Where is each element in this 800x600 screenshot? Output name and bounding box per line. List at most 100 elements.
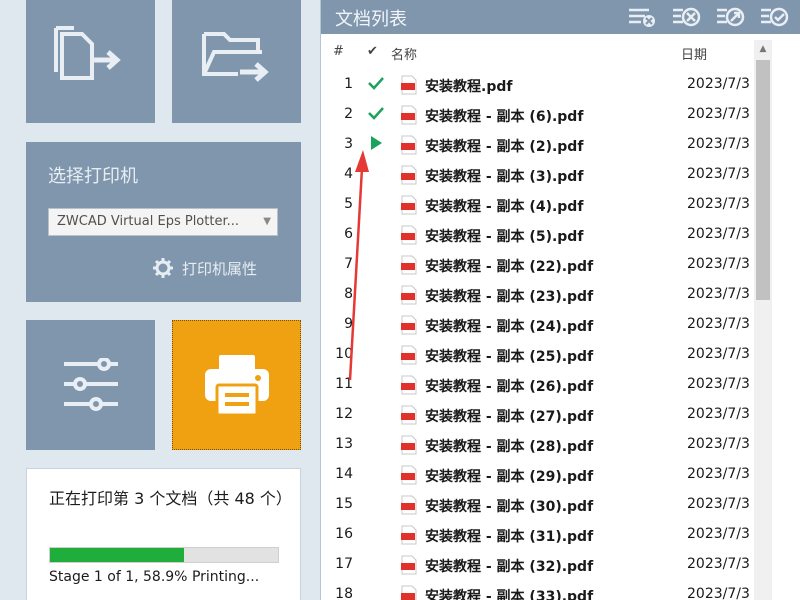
vertical-scrollbar[interactable]: ▲	[754, 40, 772, 600]
column-header: # ✔ 名称 日期	[321, 38, 800, 66]
pdf-file-icon	[401, 75, 417, 95]
row-number: 2	[344, 106, 353, 122]
remove-list-icon[interactable]	[627, 5, 657, 29]
row-number: 12	[335, 406, 353, 422]
row-number: 15	[335, 496, 353, 512]
file-date: 2023/7/3	[687, 346, 750, 362]
row-number: 5	[344, 196, 353, 212]
status-empty	[367, 254, 385, 272]
status-empty	[367, 494, 385, 512]
printer-select-value: ZWCAD Virtual Eps Plotter...	[57, 214, 239, 229]
pdf-file-icon	[401, 375, 417, 395]
printer-panel: 选择打印机 ZWCAD Virtual Eps Plotter... ▼ 打印机…	[26, 142, 301, 302]
export-folder-icon	[202, 32, 269, 82]
row-number: 1	[344, 76, 353, 92]
file-name: 安装教程 - 副本 (29).pdf	[425, 469, 594, 485]
export-folder-button[interactable]	[172, 0, 301, 123]
open-item-icon[interactable]	[715, 5, 745, 29]
file-name: 安装教程 - 副本 (6).pdf	[425, 109, 584, 125]
file-date: 2023/7/3	[687, 136, 750, 152]
printer-properties-link[interactable]: 打印机属性	[152, 257, 257, 279]
table-row[interactable]: 12 安装教程 - 副本 (27).pdf 2023/7/3	[321, 400, 751, 430]
column-name[interactable]: 名称	[391, 44, 417, 63]
left-panel: 选择打印机 ZWCAD Virtual Eps Plotter... ▼ 打印机…	[0, 0, 320, 600]
table-row[interactable]: 17 安装教程 - 副本 (32).pdf 2023/7/3	[321, 550, 751, 580]
table-row[interactable]: 14 安装教程 - 副本 (29).pdf 2023/7/3	[321, 460, 751, 490]
export-files-button[interactable]	[26, 0, 155, 123]
file-date: 2023/7/3	[687, 196, 750, 212]
row-number: 7	[344, 256, 353, 272]
table-row[interactable]: 4 安装教程 - 副本 (3).pdf 2023/7/3	[321, 160, 751, 190]
file-date: 2023/7/3	[687, 496, 750, 512]
table-row[interactable]: 9 安装教程 - 副本 (24).pdf 2023/7/3	[321, 310, 751, 340]
table-row[interactable]: 6 安装教程 - 副本 (5).pdf 2023/7/3	[321, 220, 751, 250]
sliders-icon	[64, 358, 118, 411]
file-name: 安装教程.pdf	[425, 79, 513, 95]
table-row[interactable]: 13 安装教程 - 副本 (28).pdf 2023/7/3	[321, 430, 751, 460]
print-progress-bar	[49, 547, 279, 563]
file-date: 2023/7/3	[687, 376, 750, 392]
file-date: 2023/7/3	[687, 466, 750, 482]
pdf-file-icon	[401, 105, 417, 125]
pdf-file-icon	[401, 285, 417, 305]
file-date: 2023/7/3	[687, 226, 750, 242]
row-number: 18	[335, 586, 353, 600]
table-row[interactable]: 1 安装教程.pdf 2023/7/3	[321, 70, 751, 100]
file-name: 安装教程 - 副本 (28).pdf	[425, 439, 594, 455]
pdf-file-icon	[401, 225, 417, 245]
status-empty	[367, 524, 385, 542]
printer-select[interactable]: ZWCAD Virtual Eps Plotter... ▼	[48, 208, 278, 236]
document-list-header: 文档列表	[321, 0, 800, 34]
file-name: 安装教程 - 副本 (33).pdf	[425, 589, 594, 600]
table-row[interactable]: 7 安装教程 - 副本 (22).pdf 2023/7/3	[321, 250, 751, 280]
pdf-file-icon	[401, 255, 417, 275]
pdf-file-icon	[401, 195, 417, 215]
file-name: 安装教程 - 副本 (30).pdf	[425, 499, 594, 515]
table-row[interactable]: 10 安装教程 - 副本 (25).pdf 2023/7/3	[321, 340, 751, 370]
table-row[interactable]: 8 安装教程 - 副本 (23).pdf 2023/7/3	[321, 280, 751, 310]
file-name: 安装教程 - 副本 (4).pdf	[425, 199, 584, 215]
pdf-file-icon	[401, 345, 417, 365]
row-number: 10	[335, 346, 353, 362]
status-empty	[367, 314, 385, 332]
table-row[interactable]: 11 安装教程 - 副本 (26).pdf 2023/7/3	[321, 370, 751, 400]
document-rows: 1 安装教程.pdf 2023/7/3 2 安装教程 - 副本 (6).pdf 2023/…	[321, 70, 751, 600]
column-date[interactable]: 日期	[681, 44, 707, 63]
scrollbar-thumb[interactable]	[756, 60, 770, 300]
print-status-title: 正在打印第 3 个文档（共 48 个）	[49, 489, 292, 508]
pdf-file-icon	[401, 585, 417, 600]
printer-icon	[205, 355, 269, 417]
check-icon	[368, 107, 384, 120]
table-row[interactable]: 15 安装教程 - 副本 (30).pdf 2023/7/3	[321, 490, 751, 520]
clear-done-icon[interactable]	[759, 5, 789, 29]
file-date: 2023/7/3	[687, 256, 750, 272]
file-name: 安装教程 - 副本 (24).pdf	[425, 319, 594, 335]
print-status-panel: 正在打印第 3 个文档（共 48 个） Stage 1 of 1, 58.9% …	[26, 468, 301, 600]
status-empty	[367, 584, 385, 600]
pdf-file-icon	[401, 405, 417, 425]
file-date: 2023/7/3	[687, 556, 750, 572]
pdf-file-icon	[401, 135, 417, 155]
column-check[interactable]: ✔	[367, 44, 378, 59]
table-row[interactable]: 16 安装教程 - 副本 (31).pdf 2023/7/3	[321, 520, 751, 550]
document-list-title: 文档列表	[335, 9, 407, 30]
print-progress-text: Stage 1 of 1, 58.9% Printing...	[49, 569, 260, 585]
row-number: 16	[335, 526, 353, 542]
remove-selected-icon[interactable]	[671, 5, 701, 29]
pdf-file-icon	[401, 165, 417, 185]
column-num[interactable]: #	[333, 44, 344, 59]
row-number: 17	[335, 556, 353, 572]
settings-button[interactable]	[26, 320, 155, 450]
table-row[interactable]: 18 安装教程 - 副本 (33).pdf 2023/7/3	[321, 580, 751, 600]
print-button[interactable]	[172, 320, 301, 450]
file-date: 2023/7/3	[687, 76, 750, 92]
table-row[interactable]: 5 安装教程 - 副本 (4).pdf 2023/7/3	[321, 190, 751, 220]
table-row[interactable]: 2 安装教程 - 副本 (6).pdf 2023/7/3	[321, 100, 751, 130]
table-row[interactable]: 3 安装教程 - 副本 (2).pdf 2023/7/3	[321, 130, 751, 160]
gear-icon	[153, 258, 173, 278]
scroll-up-icon[interactable]: ▲	[754, 40, 772, 58]
row-number: 9	[344, 316, 353, 332]
export-files-icon	[54, 26, 121, 80]
status-empty	[367, 224, 385, 242]
file-name: 安装教程 - 副本 (32).pdf	[425, 559, 594, 575]
